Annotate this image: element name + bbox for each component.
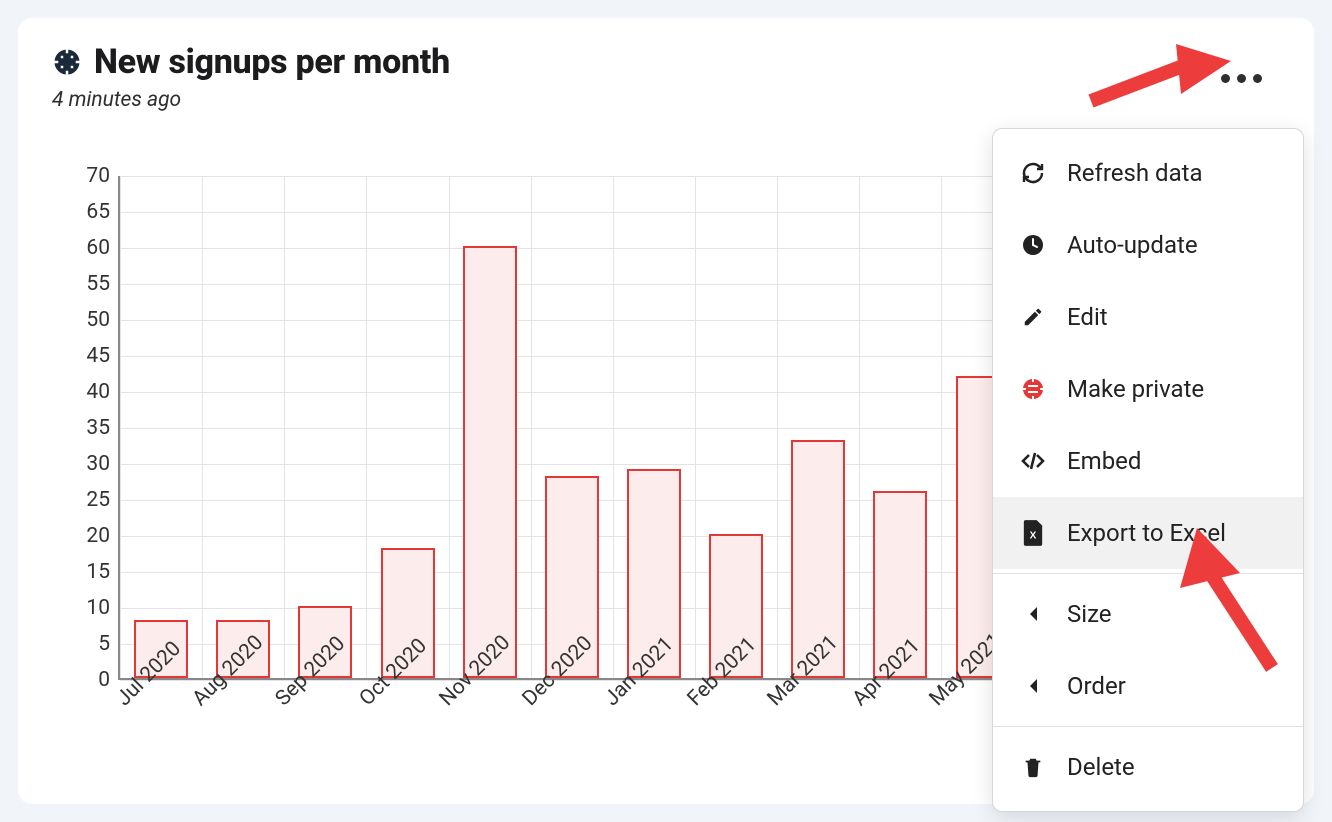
- menu-export-excel[interactable]: X Export to Excel: [993, 497, 1303, 569]
- chart-card: New signups per month 4 minutes ago 0 5 10…: [18, 18, 1314, 804]
- menu-label: Auto-update: [1067, 231, 1198, 259]
- grid-line: [120, 176, 121, 678]
- grid-line: [202, 176, 203, 678]
- menu-label: Edit: [1067, 303, 1108, 331]
- y-tick-label: 35: [86, 416, 110, 440]
- menu-auto-update[interactable]: Auto-update: [993, 209, 1303, 281]
- refresh-icon: [1019, 161, 1047, 185]
- grid-line: [695, 176, 696, 678]
- y-tick-label: 40: [86, 380, 110, 404]
- menu-label: Make private: [1067, 375, 1204, 403]
- timestamp: 4 minutes ago: [52, 88, 1286, 112]
- card-title: New signups per month: [94, 42, 450, 82]
- menu-label: Export to Excel: [1067, 519, 1226, 547]
- y-tick-label: 25: [86, 488, 110, 512]
- y-tick-label: 0: [98, 668, 110, 692]
- svg-text:X: X: [1030, 531, 1037, 542]
- grid-line: [941, 176, 942, 678]
- menu-size[interactable]: Size: [993, 578, 1303, 650]
- caret-left-icon: [1019, 605, 1047, 623]
- menu-delete[interactable]: Delete: [993, 731, 1303, 803]
- grid-line: [449, 176, 450, 678]
- y-tick-label: 55: [86, 272, 110, 296]
- excel-file-icon: X: [1019, 520, 1047, 546]
- menu-refresh-data[interactable]: Refresh data: [993, 137, 1303, 209]
- globe-icon: [52, 47, 82, 77]
- caret-left-icon: [1019, 677, 1047, 695]
- card-header: New signups per month: [52, 42, 1286, 82]
- menu-label: Embed: [1067, 447, 1141, 475]
- menu-separator: [993, 573, 1303, 574]
- y-tick-label: 15: [86, 560, 110, 584]
- y-tick-label: 65: [86, 200, 110, 224]
- clock-icon: [1019, 233, 1047, 257]
- menu-order[interactable]: Order: [993, 650, 1303, 722]
- y-axis: 0510152025303540455055606570: [58, 168, 118, 688]
- menu-separator: [993, 726, 1303, 727]
- y-tick-label: 10: [86, 596, 110, 620]
- y-tick-label: 30: [86, 452, 110, 476]
- y-tick-label: 70: [86, 164, 110, 188]
- menu-edit[interactable]: Edit: [993, 281, 1303, 353]
- code-icon: [1019, 449, 1047, 473]
- chart-bar[interactable]: [463, 246, 517, 678]
- y-tick-label: 60: [86, 236, 110, 260]
- grid-line: [284, 176, 285, 678]
- menu-label: Delete: [1067, 753, 1135, 781]
- globe-private-icon: [1019, 377, 1047, 401]
- grid-line: [531, 176, 532, 678]
- grid-line: [777, 176, 778, 678]
- options-dropdown: Refresh data Auto-update Edit Make priva…: [992, 128, 1304, 812]
- menu-label: Size: [1067, 600, 1112, 628]
- more-options-button[interactable]: [1215, 68, 1268, 89]
- y-tick-label: 5: [98, 632, 110, 656]
- grid-line: [366, 176, 367, 678]
- menu-label: Order: [1067, 672, 1126, 700]
- y-tick-label: 50: [86, 308, 110, 332]
- pencil-icon: [1019, 306, 1047, 328]
- menu-embed[interactable]: Embed: [993, 425, 1303, 497]
- grid-line: [859, 176, 860, 678]
- y-tick-label: 45: [86, 344, 110, 368]
- grid-line: [613, 176, 614, 678]
- menu-make-private[interactable]: Make private: [993, 353, 1303, 425]
- menu-label: Refresh data: [1067, 159, 1203, 187]
- trash-icon: [1019, 755, 1047, 779]
- y-tick-label: 20: [86, 524, 110, 548]
